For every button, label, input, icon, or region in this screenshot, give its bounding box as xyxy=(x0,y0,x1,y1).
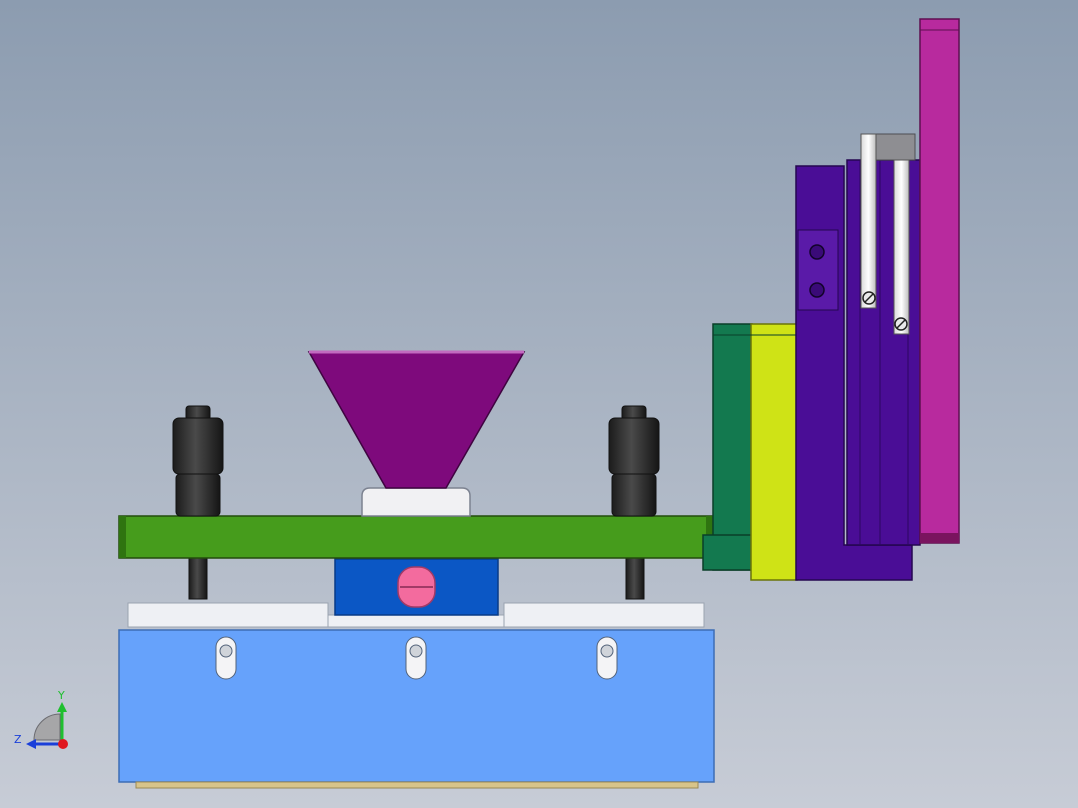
yellow-block xyxy=(750,323,798,581)
piston-rod-right xyxy=(893,159,910,335)
clamp-assembly[interactable] xyxy=(334,558,499,616)
slide-rail-left xyxy=(127,602,329,628)
slot-hole-left xyxy=(215,636,237,680)
green-plate xyxy=(118,515,714,559)
green-plate-left-cap xyxy=(119,516,126,558)
guide-post-right[interactable] xyxy=(608,405,660,517)
slot-hole-middle xyxy=(405,636,427,680)
dark-green-block xyxy=(712,323,753,571)
guide-post-shaft-right xyxy=(625,556,645,600)
slot-hole-right xyxy=(596,636,618,680)
purple-bracket-pad xyxy=(797,229,839,311)
cad-viewport[interactable]: Y Z xyxy=(0,0,1078,808)
x-axis-dot-icon xyxy=(58,739,68,749)
z-axis-label: Z xyxy=(14,733,22,746)
hopper-seat xyxy=(361,487,471,517)
mounting-plate[interactable] xyxy=(118,515,714,559)
rail-center-joint xyxy=(327,614,505,628)
piston-rod-left xyxy=(860,133,877,309)
magenta-bar xyxy=(919,18,960,544)
slide-rail-right xyxy=(503,602,705,628)
base-assembly[interactable] xyxy=(118,602,715,789)
bracket-hole-upper xyxy=(809,244,825,260)
y-axis-label: Y xyxy=(57,689,65,702)
guide-post-left[interactable] xyxy=(172,405,224,517)
bracket-hole-lower xyxy=(809,282,825,298)
dark-green-block-foot xyxy=(702,534,753,571)
base-block-bottom-edge xyxy=(135,781,699,789)
guide-post-shaft-left xyxy=(188,556,208,600)
